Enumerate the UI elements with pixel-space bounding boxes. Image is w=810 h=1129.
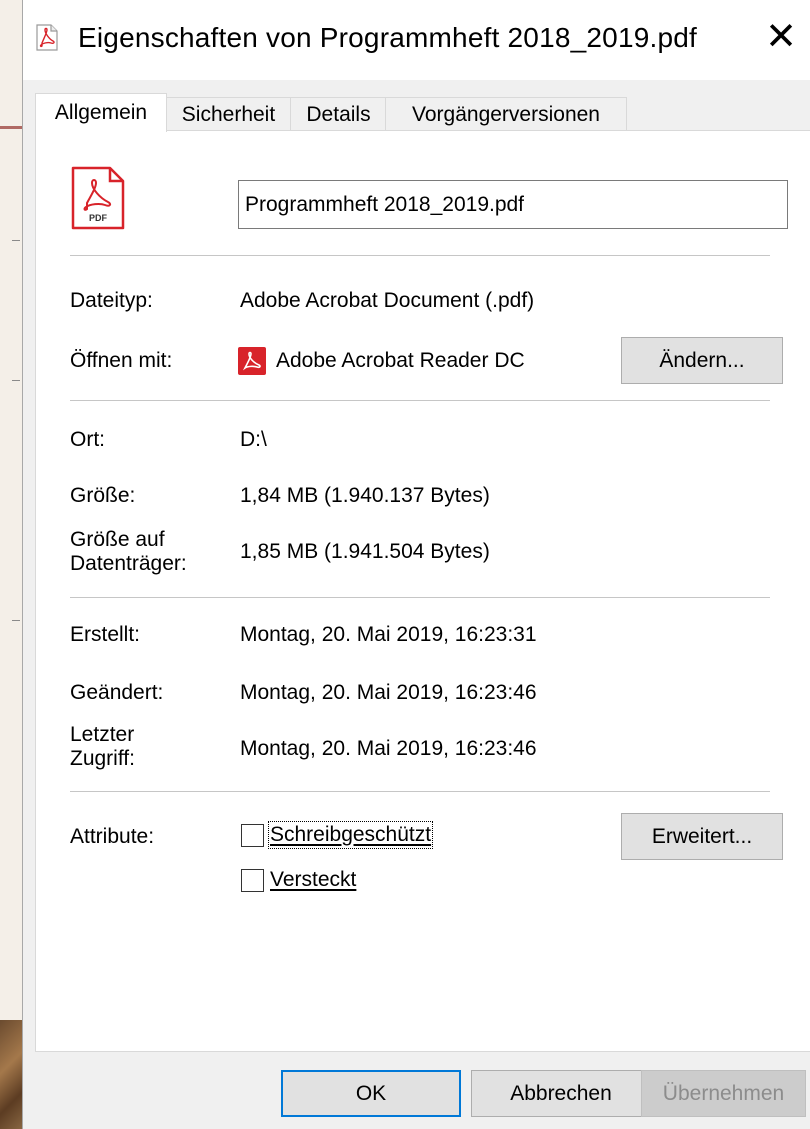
modified-value: Montag, 20. Mai 2019, 16:23:46 [240, 681, 537, 704]
pdf-caption: PDF [89, 213, 108, 223]
hidden-checkbox[interactable] [241, 868, 264, 892]
separator [70, 597, 770, 598]
separator [70, 400, 770, 401]
accessed-label-line2: Zugriff: [70, 747, 135, 770]
location-label: Ort: [70, 428, 105, 451]
size-on-disk-label-line1: Größe auf [70, 528, 165, 551]
tab-vorgaengerversionen[interactable]: Vorgängerversionen [385, 97, 627, 131]
ok-button[interactable]: OK [281, 1070, 461, 1117]
readonly-checkbox-label[interactable]: Schreibgeschützt [267, 821, 434, 849]
window-title: Eigenschaften von Programmheft 2018_2019… [78, 22, 697, 53]
acrobat-reader-icon [238, 347, 266, 375]
close-icon: ✕ [765, 15, 797, 58]
background-window [0, 0, 23, 1129]
cancel-button[interactable]: Abbrechen [471, 1070, 651, 1117]
properties-dialog: Eigenschaften von Programmheft 2018_2019… [22, 0, 810, 1129]
background-divider [12, 620, 20, 621]
open-with-value: Adobe Acrobat Reader DC [276, 349, 525, 372]
size-label: Größe: [70, 484, 136, 507]
pdf-file-icon [36, 24, 58, 51]
file-type-value: Adobe Acrobat Document (.pdf) [240, 289, 535, 312]
pdf-document-icon: PDF [71, 166, 125, 230]
separator [70, 255, 770, 256]
hidden-checkbox-label[interactable]: Versteckt [270, 868, 356, 892]
attributes-label: Attribute: [70, 825, 155, 848]
readonly-checkbox[interactable] [241, 823, 264, 847]
file-name-field[interactable]: Programmheft 2018_2019.pdf [238, 180, 788, 229]
accessed-value: Montag, 20. Mai 2019, 16:23:46 [240, 737, 537, 760]
background-divider [12, 240, 20, 241]
tab-details[interactable]: Details [290, 97, 387, 131]
general-tab-panel: PDF Programmheft 2018_2019.pdf Dateityp:… [35, 130, 810, 1052]
size-on-disk-label-line2: Datenträger: [70, 552, 187, 575]
file-type-label: Dateityp: [70, 289, 153, 312]
close-button[interactable]: ✕ [751, 8, 810, 64]
created-value: Montag, 20. Mai 2019, 16:23:31 [240, 623, 537, 646]
size-value: 1,84 MB (1.940.137 Bytes) [240, 484, 490, 507]
apply-button[interactable]: Übernehmen [641, 1070, 806, 1117]
location-value: D:\ [240, 428, 267, 451]
accessed-label-line1: Letzter [70, 723, 135, 746]
separator [70, 791, 770, 792]
readonly-checkbox-row[interactable]: Schreibgeschützt [241, 821, 434, 849]
open-with-label: Öffnen mit: [70, 349, 173, 372]
title-bar: Eigenschaften von Programmheft 2018_2019… [23, 0, 810, 80]
tab-allgemein[interactable]: Allgemein [35, 93, 167, 132]
tab-sicherheit[interactable]: Sicherheit [165, 97, 292, 131]
advanced-button[interactable]: Erweitert... [621, 813, 783, 860]
created-label: Erstellt: [70, 623, 141, 646]
size-on-disk-value: 1,85 MB (1.941.504 Bytes) [240, 540, 490, 563]
hidden-checkbox-row[interactable]: Versteckt [241, 868, 356, 892]
modified-label: Geändert: [70, 681, 164, 704]
background-divider [12, 380, 20, 381]
change-button[interactable]: Ändern... [621, 337, 783, 384]
